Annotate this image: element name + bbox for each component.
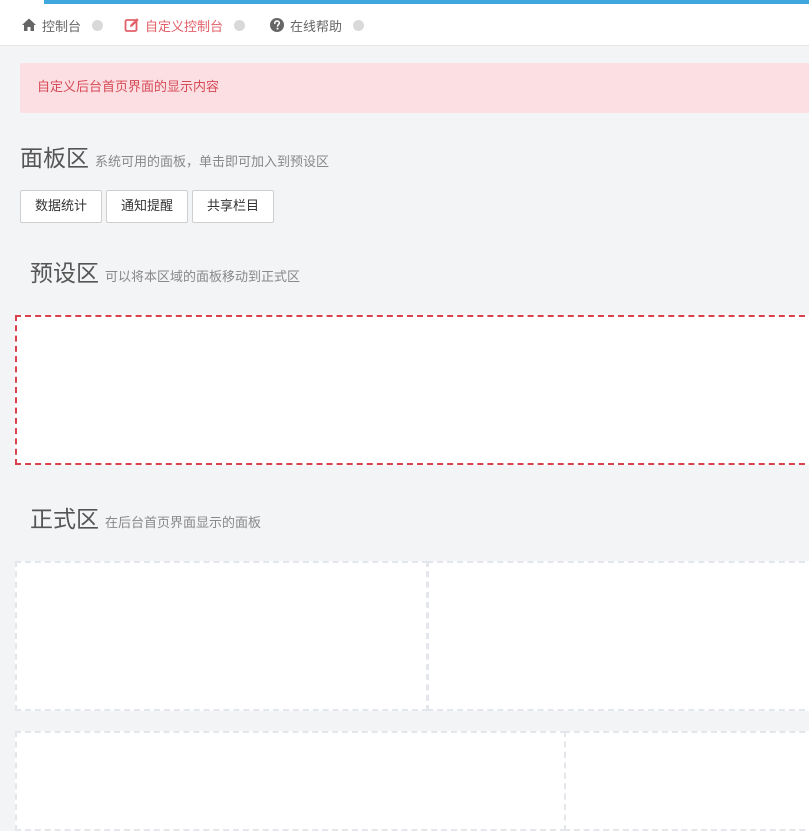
panel-section-header: 面板区 系统可用的面板，单击即可加入到预设区 [20, 139, 329, 173]
preset-drop-zone[interactable] [15, 315, 809, 465]
panel-button-notifications[interactable]: 通知提醒 [106, 190, 188, 223]
breadcrumb-item-online-help[interactable]: 在线帮助 [269, 15, 365, 35]
top-nav-bar: 控制台 自定义控制台 在线帮助 [0, 0, 809, 46]
question-circle-icon [270, 18, 284, 32]
panel-button-shared-columns[interactable]: 共享栏目 [192, 190, 274, 223]
edit-icon [124, 18, 139, 32]
formal-section-subtitle: 在后台首页界面显示的面板 [105, 516, 262, 531]
breadcrumb-item-dashboard[interactable]: 控制台 [21, 15, 104, 35]
formal-slot-row1-left[interactable] [15, 561, 428, 711]
breadcrumb-separator-dot [353, 19, 365, 31]
breadcrumb-item-custom-dashboard[interactable]: 自定义控制台 [124, 15, 246, 35]
preset-section-subtitle: 可以将本区域的面板移动到正式区 [105, 270, 301, 285]
preset-section-header: 预设区 可以将本区域的面板移动到正式区 [30, 254, 300, 288]
preset-section-title: 预设区 [30, 261, 99, 287]
panel-section-title: 面板区 [20, 146, 89, 172]
formal-slot-row2-right[interactable] [564, 731, 809, 831]
formal-slot-row2-left[interactable] [15, 731, 566, 831]
breadcrumb-label: 控制台 [42, 19, 82, 35]
formal-section-header: 正式区 在后台首页界面显示的面板 [30, 500, 261, 534]
panel-button-statistics[interactable]: 数据统计 [20, 190, 102, 223]
info-alert: 自定义后台首页界面的显示内容 [20, 63, 809, 113]
breadcrumb-label: 自定义控制台 [145, 19, 224, 35]
alert-text: 自定义后台首页界面的显示内容 [37, 80, 220, 95]
home-icon [22, 18, 36, 31]
breadcrumb-separator-dot [234, 19, 246, 31]
panel-section-subtitle: 系统可用的面板，单击即可加入到预设区 [95, 155, 330, 170]
top-accent-bar [44, 0, 809, 4]
breadcrumb-label: 在线帮助 [290, 19, 343, 35]
formal-slot-row1-right[interactable] [427, 561, 809, 711]
breadcrumb-separator-dot [92, 19, 104, 31]
formal-section-title: 正式区 [30, 507, 99, 533]
